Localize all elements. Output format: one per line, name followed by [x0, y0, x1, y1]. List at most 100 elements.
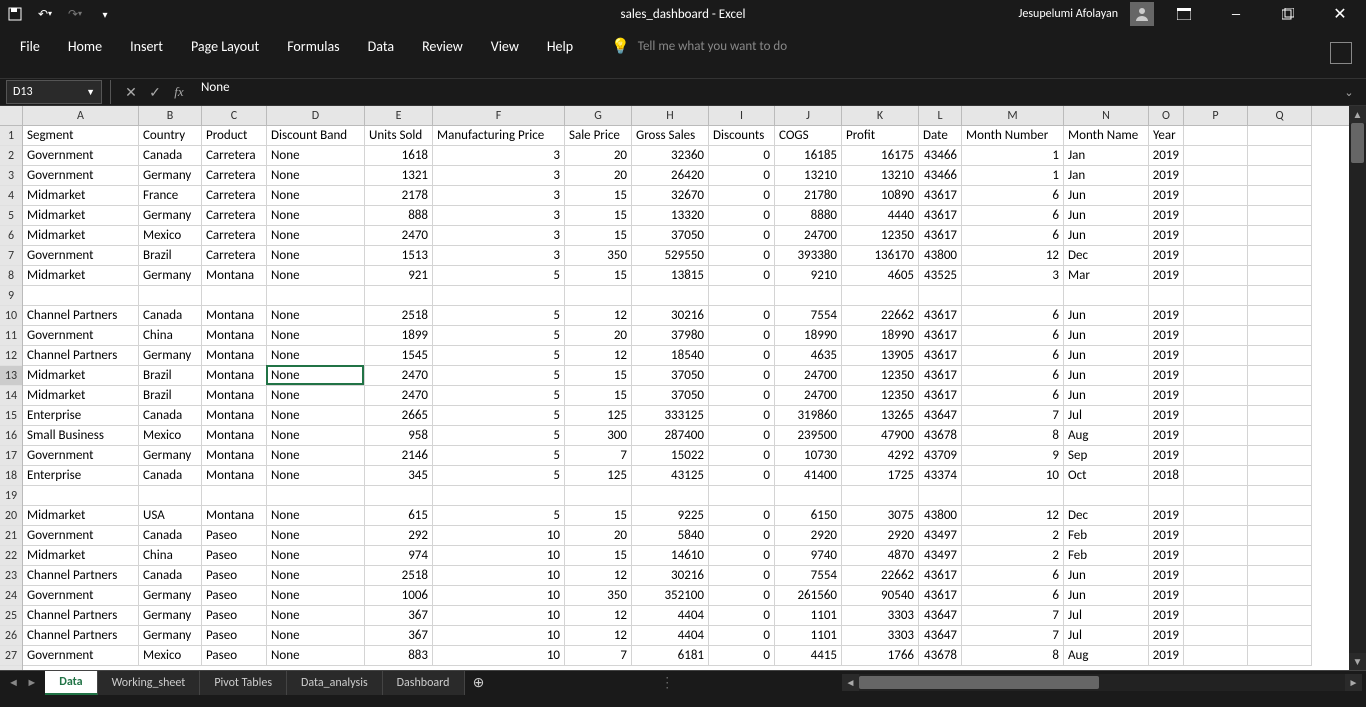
cell-I11[interactable]: 0 — [709, 326, 775, 346]
cell-N8[interactable]: Mar — [1064, 266, 1149, 286]
enter-formula[interactable]: ✓ — [143, 80, 167, 104]
cell-A9[interactable] — [23, 286, 139, 306]
hscroll-thumb[interactable] — [859, 676, 1099, 689]
cell-C24[interactable]: Paseo — [202, 586, 267, 606]
cell-P24[interactable] — [1184, 586, 1248, 606]
cell-O23[interactable]: 2019 — [1149, 566, 1184, 586]
cell-L15[interactable]: 43647 — [919, 406, 962, 426]
row-header-6[interactable]: 6 — [0, 226, 22, 246]
cell-B24[interactable]: Germany — [139, 586, 202, 606]
cell-O24[interactable]: 2019 — [1149, 586, 1184, 606]
cell-C20[interactable]: Montana — [202, 506, 267, 526]
cell-J6[interactable]: 24700 — [775, 226, 842, 246]
cell-I22[interactable]: 0 — [709, 546, 775, 566]
cell-A16[interactable]: Small Business — [23, 426, 139, 446]
cell-Q26[interactable] — [1248, 626, 1312, 646]
cell-D7[interactable]: None — [267, 246, 365, 266]
cell-P20[interactable] — [1184, 506, 1248, 526]
cell-L19[interactable] — [919, 486, 962, 506]
cell-K12[interactable]: 13905 — [842, 346, 919, 366]
expand-formula-bar[interactable]: ⌄ — [1338, 81, 1360, 103]
col-header-I[interactable]: I — [709, 106, 775, 126]
cell-M20[interactable]: 12 — [962, 506, 1064, 526]
cell-K18[interactable]: 1725 — [842, 466, 919, 486]
cell-C10[interactable]: Montana — [202, 306, 267, 326]
ribbon-tab-view[interactable]: View — [489, 34, 521, 59]
ribbon-display-options[interactable] — [1162, 0, 1206, 28]
cell-K22[interactable]: 4870 — [842, 546, 919, 566]
cell-D13[interactable]: None — [267, 366, 365, 386]
cell-F27[interactable]: 10 — [433, 646, 565, 666]
cell-H3[interactable]: 26420 — [632, 166, 709, 186]
cell-E23[interactable]: 2518 — [365, 566, 433, 586]
cell-B16[interactable]: Mexico — [139, 426, 202, 446]
row-header-8[interactable]: 8 — [0, 266, 22, 286]
cell-I12[interactable]: 0 — [709, 346, 775, 366]
cell-P9[interactable] — [1184, 286, 1248, 306]
cell-G14[interactable]: 15 — [565, 386, 632, 406]
cell-D20[interactable]: None — [267, 506, 365, 526]
cell-L13[interactable]: 43617 — [919, 366, 962, 386]
cell-G6[interactable]: 15 — [565, 226, 632, 246]
cell-O26[interactable]: 2019 — [1149, 626, 1184, 646]
cell-L9[interactable] — [919, 286, 962, 306]
cell-H5[interactable]: 13320 — [632, 206, 709, 226]
cell-E15[interactable]: 2665 — [365, 406, 433, 426]
cell-E9[interactable] — [365, 286, 433, 306]
cell-C26[interactable]: Paseo — [202, 626, 267, 646]
cell-N21[interactable]: Feb — [1064, 526, 1149, 546]
scroll-left[interactable]: ◄ — [842, 676, 859, 689]
col-header-J[interactable]: J — [775, 106, 842, 126]
cell-M17[interactable]: 9 — [962, 446, 1064, 466]
ribbon-tab-help[interactable]: Help — [545, 34, 575, 59]
cell-I15[interactable]: 0 — [709, 406, 775, 426]
cell-M11[interactable]: 6 — [962, 326, 1064, 346]
cell-K1[interactable]: Profit — [842, 126, 919, 146]
cell-N22[interactable]: Feb — [1064, 546, 1149, 566]
cell-K7[interactable]: 136170 — [842, 246, 919, 266]
cell-Q8[interactable] — [1248, 266, 1312, 286]
cell-G16[interactable]: 300 — [565, 426, 632, 446]
cell-J25[interactable]: 1101 — [775, 606, 842, 626]
cell-N11[interactable]: Jun — [1064, 326, 1149, 346]
col-header-G[interactable]: G — [565, 106, 632, 126]
cell-H21[interactable]: 5840 — [632, 526, 709, 546]
cell-K19[interactable] — [842, 486, 919, 506]
cell-N13[interactable]: Jun — [1064, 366, 1149, 386]
cell-M26[interactable]: 7 — [962, 626, 1064, 646]
cell-J27[interactable]: 4415 — [775, 646, 842, 666]
row-header-17[interactable]: 17 — [0, 446, 22, 466]
save-button[interactable] — [4, 3, 26, 25]
cell-O11[interactable]: 2019 — [1149, 326, 1184, 346]
cell-J8[interactable]: 9210 — [775, 266, 842, 286]
cell-F9[interactable] — [433, 286, 565, 306]
cell-L11[interactable]: 43617 — [919, 326, 962, 346]
cell-I19[interactable] — [709, 486, 775, 506]
cell-L1[interactable]: Date — [919, 126, 962, 146]
cell-I6[interactable]: 0 — [709, 226, 775, 246]
cell-G25[interactable]: 12 — [565, 606, 632, 626]
cell-P14[interactable] — [1184, 386, 1248, 406]
cell-B11[interactable]: China — [139, 326, 202, 346]
cell-M13[interactable]: 6 — [962, 366, 1064, 386]
cell-H17[interactable]: 15022 — [632, 446, 709, 466]
cell-B27[interactable]: Mexico — [139, 646, 202, 666]
cell-N10[interactable]: Jun — [1064, 306, 1149, 326]
tell-me[interactable]: 💡Tell me what you want to do — [611, 37, 787, 56]
horizontal-scrollbar[interactable]: ◄ ► — [842, 674, 1362, 691]
row-header-21[interactable]: 21 — [0, 526, 22, 546]
cell-P26[interactable] — [1184, 626, 1248, 646]
cell-L14[interactable]: 43617 — [919, 386, 962, 406]
cell-A24[interactable]: Government — [23, 586, 139, 606]
cell-K27[interactable]: 1766 — [842, 646, 919, 666]
cell-N3[interactable]: Jan — [1064, 166, 1149, 186]
cell-M9[interactable] — [962, 286, 1064, 306]
cell-D3[interactable]: None — [267, 166, 365, 186]
cell-F19[interactable] — [433, 486, 565, 506]
col-header-M[interactable]: M — [962, 106, 1064, 126]
cell-M10[interactable]: 6 — [962, 306, 1064, 326]
ribbon-tab-page-layout[interactable]: Page Layout — [189, 34, 261, 59]
tab-nav[interactable]: ◄ ► — [0, 676, 45, 689]
cell-O13[interactable]: 2019 — [1149, 366, 1184, 386]
cell-Q11[interactable] — [1248, 326, 1312, 346]
